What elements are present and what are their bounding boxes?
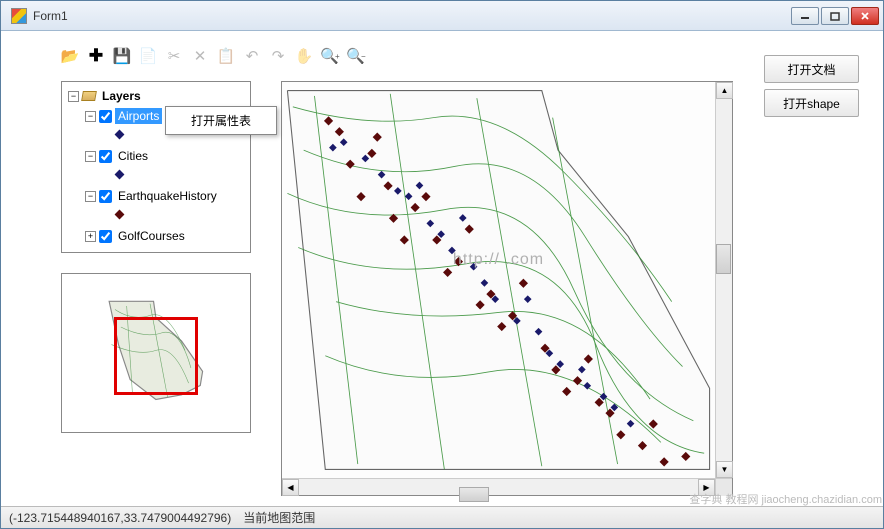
tree-item-cities[interactable]: − Cities (64, 146, 248, 166)
status-label: 当前地图范围 (243, 509, 315, 526)
layer-checkbox[interactable] (99, 110, 112, 123)
paste-icon: 📋 (217, 47, 235, 65)
undo-icon: ↶ (243, 47, 261, 65)
legend-symbol-icon (115, 129, 125, 139)
scroll-up-icon[interactable]: ▲ (716, 82, 733, 99)
statusbar: (-123.715448940167,33.7479004492796) 当前地… (1, 506, 883, 528)
scroll-thumb[interactable] (716, 244, 731, 274)
add-icon[interactable]: ✚ (87, 47, 105, 65)
overview-map[interactable] (68, 280, 244, 426)
tree-root-label: Layers (99, 88, 144, 104)
expander-icon[interactable]: − (85, 191, 96, 202)
close-button[interactable] (851, 7, 879, 25)
cut-icon: ✂ (165, 47, 183, 65)
map-horizontal-scrollbar[interactable]: ◀ ▶ (282, 478, 732, 495)
content-area: − Layers − Airports − (1, 81, 883, 506)
expander-icon[interactable]: + (85, 231, 96, 242)
minimize-button[interactable] (791, 7, 819, 25)
zoom-in-icon[interactable]: 🔍+ (321, 47, 339, 65)
legend-row (64, 206, 248, 226)
maximize-button[interactable] (821, 7, 849, 25)
layer-label: Airports (115, 108, 162, 124)
tree-root-row[interactable]: − Layers (64, 86, 248, 106)
zoom-out-icon[interactable]: 🔍− (347, 47, 365, 65)
pan-icon: ✋ (295, 47, 313, 65)
tree-item-earthquake[interactable]: − EarthquakeHistory (64, 186, 248, 206)
overview-viewport-box[interactable] (114, 317, 198, 396)
copy-icon: 📄 (139, 47, 157, 65)
tree-item-golf[interactable]: + GolfCourses (64, 226, 248, 246)
expander-icon[interactable]: − (85, 111, 96, 122)
layers-panel: − Layers − Airports − (61, 81, 251, 253)
legend-symbol-icon (115, 209, 125, 219)
app-icon (11, 8, 27, 24)
legend-symbol-icon (115, 169, 125, 179)
window-title: Form1 (33, 9, 791, 23)
layer-checkbox[interactable] (99, 150, 112, 163)
window-controls (791, 7, 879, 25)
scroll-left-icon[interactable]: ◀ (282, 479, 299, 496)
layer-checkbox[interactable] (99, 190, 112, 203)
legend-row (64, 166, 248, 186)
expander-icon[interactable]: − (85, 151, 96, 162)
layer-label: Cities (115, 148, 151, 164)
open-document-button[interactable]: 打开文档 (764, 55, 859, 83)
layers-group-icon (81, 91, 97, 101)
close-icon (860, 11, 870, 21)
clipboard-icon: ✕ (191, 47, 209, 65)
layer-label: EarthquakeHistory (115, 188, 220, 204)
map-panel: http:// .com ▲ ▼ ◀ ▶ (281, 81, 733, 496)
toolbar: 📂 ✚ 💾 📄 ✂ ✕ 📋 ↶ ↷ ✋ 🔍+ 🔍− (1, 31, 883, 81)
minimize-icon (800, 11, 810, 21)
layer-checkbox[interactable] (99, 230, 112, 243)
context-menu: 打开属性表 (165, 106, 277, 135)
maximize-icon (830, 11, 840, 21)
expander-icon[interactable]: − (68, 91, 79, 102)
layer-label: GolfCourses (115, 228, 188, 244)
map-canvas[interactable]: http:// .com (282, 82, 715, 478)
corner-watermark: 查字典 教程网 jiaocheng.chazidian.com (689, 491, 882, 507)
titlebar: Form1 (1, 1, 883, 31)
redo-icon: ↷ (269, 47, 287, 65)
scroll-down-icon[interactable]: ▼ (716, 461, 733, 478)
open-attribute-table-item[interactable]: 打开属性表 (166, 107, 276, 134)
left-column: − Layers − Airports − (61, 81, 251, 496)
overview-panel (61, 273, 251, 433)
app-window: Form1 📂 ✚ 💾 📄 ✂ ✕ 📋 ↶ ↷ ✋ 🔍+ 🔍− 打开文档 打开s… (0, 0, 884, 529)
toolbar-icons: 📂 ✚ 💾 📄 ✂ ✕ 📋 ↶ ↷ ✋ 🔍+ 🔍− (61, 47, 365, 65)
scroll-thumb[interactable] (459, 487, 489, 502)
status-coordinates: (-123.715448940167,33.7479004492796) (9, 511, 231, 525)
open-icon[interactable]: 📂 (61, 47, 79, 65)
save-icon[interactable]: 💾 (113, 47, 131, 65)
map-vertical-scrollbar[interactable]: ▲ ▼ (715, 82, 732, 478)
